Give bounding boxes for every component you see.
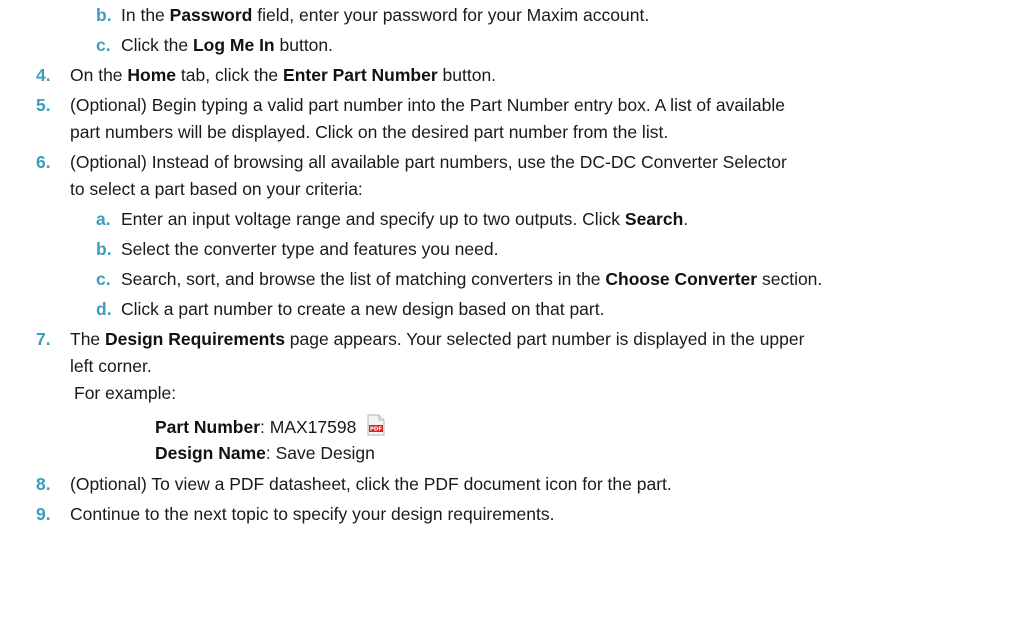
step-text: part numbers will be displayed. Click on… [70, 122, 669, 142]
step-text: Continue to the next topic to specify yo… [70, 504, 555, 524]
step-marker: a. [96, 209, 111, 229]
step-number: 4. [36, 65, 51, 85]
step-text: For example: [74, 383, 177, 403]
ui-term-enter-part-number: Enter Part Number [283, 65, 438, 85]
step-number: 8. [36, 474, 51, 494]
step-text: tab, click the [176, 65, 284, 85]
pdf-badge-text: PDF [370, 427, 383, 433]
step-text: button. [274, 35, 334, 55]
step-text: left corner. [70, 356, 152, 376]
step-text: button. [437, 65, 497, 85]
part-number-label: Part Number [155, 417, 261, 437]
step-text: page appears. Your selected part number … [284, 329, 805, 349]
step-marker: d. [96, 299, 112, 319]
step-text: to select a part based on your criteria: [70, 179, 363, 199]
ui-term-home: Home [127, 65, 177, 85]
pdf-document-icon[interactable]: PDF [366, 414, 386, 436]
step-marker: b. [96, 5, 112, 25]
step-text: section. [757, 269, 823, 289]
step-number: 7. [36, 329, 51, 349]
step-text: Search, sort, and browse the list of mat… [121, 269, 606, 289]
step-text: The [70, 329, 106, 349]
step-text: On the [70, 65, 128, 85]
step-text: Click a part number to create a new desi… [121, 299, 605, 319]
ui-term-log-me-in: Log Me In [192, 35, 275, 55]
ui-term-password: Password [169, 5, 253, 25]
step-text: Select the converter type and features y… [121, 239, 499, 259]
step-number: 5. [36, 95, 51, 115]
step-text: Click the [121, 35, 193, 55]
ui-term-design-requirements: Design Requirements [105, 329, 285, 349]
ui-term-choose-converter: Choose Converter [605, 269, 758, 289]
step-number: 6. [36, 152, 51, 172]
step-marker: b. [96, 239, 112, 259]
design-name-label: Design Name [155, 443, 266, 463]
step-text: . [683, 209, 689, 229]
step-text: (Optional) Instead of browsing all avail… [70, 152, 787, 172]
design-name-value: : Save Design [265, 443, 375, 463]
ui-term-search: Search [624, 209, 684, 229]
step-text: (Optional) Begin typing a valid part num… [70, 95, 785, 115]
step-marker: c. [96, 35, 111, 55]
step-text: Enter an input voltage range and specify… [121, 209, 625, 229]
part-number-value: : MAX17598 [260, 417, 357, 437]
step-number: 9. [36, 504, 51, 524]
step-text: field, enter your password for your Maxi… [252, 5, 650, 25]
step-marker: c. [96, 269, 111, 289]
instruction-document: b. In the Password field, enter your pas… [0, 0, 1016, 626]
step-text: (Optional) To view a PDF datasheet, clic… [70, 474, 672, 494]
step-text: In the [121, 5, 170, 25]
